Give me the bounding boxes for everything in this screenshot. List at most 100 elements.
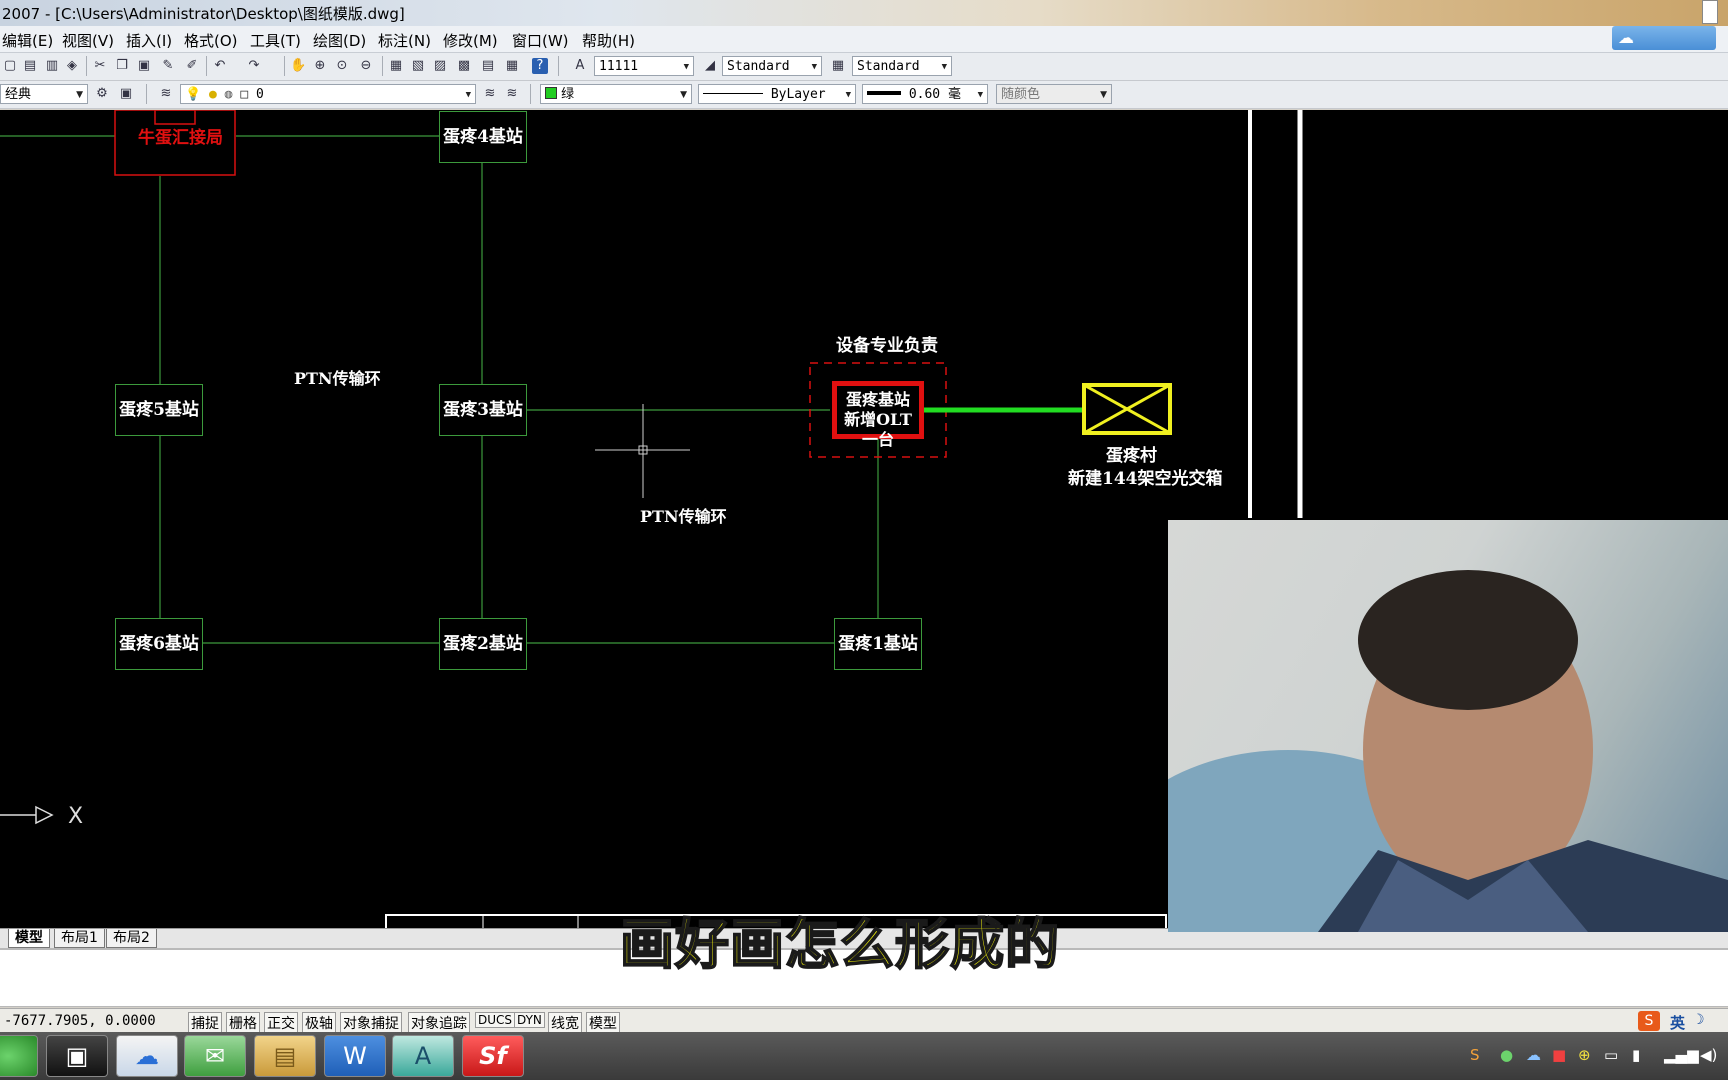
menu-format[interactable]: 格式(O) bbox=[184, 30, 238, 51]
markup-icon[interactable]: ▤ bbox=[480, 58, 496, 74]
tray-record-icon[interactable]: ■ bbox=[1552, 1046, 1566, 1064]
open-icon[interactable]: ▢ bbox=[2, 58, 18, 74]
copy-icon[interactable]: ❐ bbox=[114, 58, 130, 74]
print-icon[interactable]: ▥ bbox=[44, 58, 60, 74]
window-title: 2007 - [C:\Users\Administrator\Desktop\图… bbox=[2, 5, 405, 23]
cloud-sync-button[interactable]: ☁ bbox=[1612, 26, 1716, 50]
polar-toggle[interactable]: 极轴 bbox=[302, 1012, 336, 1034]
menu-tools[interactable]: 工具(T) bbox=[250, 30, 301, 51]
zoom-window-icon[interactable]: ⊙ bbox=[334, 58, 350, 74]
lineweight-select[interactable]: 0.60 毫 ▼ bbox=[862, 84, 988, 104]
station-5-box[interactable]: 蛋疼5基站 bbox=[115, 384, 203, 436]
plot-style-select[interactable]: 随颜色 ▼ bbox=[996, 84, 1112, 104]
paste-icon[interactable]: ▣ bbox=[136, 58, 152, 74]
maximize-button[interactable] bbox=[1702, 0, 1718, 24]
menu-window[interactable]: 窗口(W) bbox=[512, 30, 569, 51]
station-3-box[interactable]: 蛋疼3基站 bbox=[439, 384, 527, 436]
linetype-preview-icon bbox=[703, 93, 763, 94]
dim-style-select[interactable]: Standard ▼ bbox=[722, 56, 822, 76]
grid-toggle[interactable]: 栅格 bbox=[226, 1012, 260, 1034]
match-properties-icon[interactable]: ✎ bbox=[160, 58, 176, 74]
tray-display-icon[interactable]: ▭ bbox=[1604, 1046, 1618, 1064]
chevron-down-icon: ▼ bbox=[680, 90, 687, 100]
start-button[interactable] bbox=[0, 1035, 38, 1077]
lineweight-preview-icon bbox=[867, 91, 901, 95]
station-2-box[interactable]: 蛋疼2基站 bbox=[439, 618, 527, 670]
layer-select[interactable]: 💡 ● ◍ □ 0 ▼ bbox=[180, 84, 476, 104]
design-center-icon[interactable]: ▧ bbox=[410, 58, 426, 74]
menu-modify[interactable]: 修改(M) bbox=[443, 30, 498, 51]
redo-icon[interactable]: ↷ bbox=[246, 58, 262, 74]
tray-wechat-icon[interactable]: ● bbox=[1500, 1046, 1513, 1064]
bulb-icon: 💡 bbox=[185, 87, 202, 102]
text-style-select[interactable]: 11111 ▼ bbox=[594, 56, 694, 76]
tray-network-icon[interactable]: ▮ bbox=[1632, 1046, 1640, 1064]
properties-icon[interactable]: ▦ bbox=[388, 58, 404, 74]
menu-insert[interactable]: 插入(I) bbox=[126, 30, 172, 51]
ime-mode-label[interactable]: 英 bbox=[1670, 1012, 1685, 1033]
layer-manager-icon[interactable]: ≋ bbox=[158, 86, 174, 102]
tab-model[interactable]: 模型 bbox=[8, 929, 50, 948]
main-station-olt-box[interactable]: 蛋疼基站 新增OLT一台 bbox=[832, 381, 924, 449]
menu-dimension[interactable]: 标注(N) bbox=[378, 30, 431, 51]
sheet-set-icon[interactable]: ▩ bbox=[456, 58, 472, 74]
station-4-box[interactable]: 蛋疼4基站 bbox=[439, 111, 527, 163]
tool-palettes-icon[interactable]: ▨ bbox=[432, 58, 448, 74]
menu-draw[interactable]: 绘图(D) bbox=[313, 30, 366, 51]
pan-icon[interactable]: ✋ bbox=[290, 58, 306, 74]
tray-signal-icon[interactable]: ▂▄▆ bbox=[1664, 1046, 1699, 1064]
layer-previous-icon[interactable]: ≋ bbox=[504, 86, 520, 102]
station-6-box[interactable]: 蛋疼6基站 bbox=[115, 618, 203, 670]
sogou-ime-icon[interactable]: S bbox=[1638, 1011, 1660, 1031]
model-toggle[interactable]: 模型 bbox=[586, 1012, 620, 1034]
cut-icon[interactable]: ✂ bbox=[92, 58, 108, 74]
menu-bar: 编辑(E) 视图(V) 插入(I) 格式(O) 工具(T) 绘图(D) 标注(N… bbox=[0, 26, 1728, 53]
zoom-previous-icon[interactable]: ⊖ bbox=[358, 58, 374, 74]
tray-cloud-icon[interactable]: ☁ bbox=[1526, 1046, 1541, 1064]
autocad-icon[interactable]: A bbox=[392, 1035, 454, 1077]
wps-icon[interactable]: W bbox=[324, 1035, 386, 1077]
tray-plus-icon[interactable]: ⊕ bbox=[1578, 1046, 1591, 1064]
chevron-down-icon: ▼ bbox=[977, 90, 983, 100]
workspace-settings-icon[interactable]: ⚙ bbox=[94, 86, 110, 102]
snap-toggle[interactable]: 捕捉 bbox=[188, 1012, 222, 1034]
block-editor-icon[interactable]: ✐ bbox=[184, 58, 200, 74]
menu-view[interactable]: 视图(V) bbox=[62, 30, 114, 51]
file-explorer-icon[interactable]: ▤ bbox=[254, 1035, 316, 1077]
otrack-toggle[interactable]: 对象追踪 bbox=[408, 1012, 470, 1034]
workspace-select[interactable]: 经典 ▼ bbox=[0, 84, 88, 104]
menu-help[interactable]: 帮助(H) bbox=[582, 30, 635, 51]
save-icon[interactable]: ▤ bbox=[22, 58, 38, 74]
dyn-toggle[interactable]: DYN bbox=[514, 1012, 545, 1028]
baidu-netdisk-icon[interactable]: ☁ bbox=[116, 1035, 178, 1077]
help-icon[interactable]: ? bbox=[532, 58, 548, 74]
publish-icon[interactable]: ◈ bbox=[64, 58, 80, 74]
table-style-select[interactable]: Standard ▼ bbox=[852, 56, 952, 76]
tray-sogou-icon[interactable]: S bbox=[1470, 1046, 1480, 1064]
ptn-ring-label-right: PTN传输环 bbox=[640, 507, 727, 526]
text-style-icon: A bbox=[575, 58, 585, 73]
tray-volume-icon[interactable]: ◀) bbox=[1700, 1046, 1717, 1064]
ptn-ring-label-left: PTN传输环 bbox=[294, 369, 381, 388]
osnap-toggle[interactable]: 对象捕捉 bbox=[340, 1012, 402, 1034]
green-swatch-icon bbox=[545, 87, 557, 99]
menu-edit[interactable]: 编辑(E) bbox=[2, 30, 53, 51]
video-camera-icon[interactable]: ▣ bbox=[46, 1035, 108, 1077]
undo-icon[interactable]: ↶ bbox=[212, 58, 228, 74]
station-1-box[interactable]: 蛋疼1基站 bbox=[834, 618, 922, 670]
zoom-realtime-icon[interactable]: ⊕ bbox=[312, 58, 328, 74]
sf-app-icon[interactable]: Sf bbox=[462, 1035, 524, 1077]
tab-layout1[interactable]: 布局1 bbox=[54, 929, 105, 948]
wechat-icon[interactable]: ✉ bbox=[184, 1035, 246, 1077]
linetype-select[interactable]: ByLayer ▼ bbox=[698, 84, 856, 104]
make-current-layer-icon[interactable]: ≋ bbox=[482, 86, 498, 102]
ortho-toggle[interactable]: 正交 bbox=[264, 1012, 298, 1034]
hub-office-label: 牛蛋汇接局 bbox=[138, 128, 223, 148]
calculator-icon[interactable]: ▦ bbox=[504, 58, 520, 74]
lineweight-toggle[interactable]: 线宽 bbox=[548, 1012, 582, 1034]
ducs-toggle[interactable]: DUCS bbox=[475, 1012, 516, 1028]
workspace-save-icon[interactable]: ▣ bbox=[118, 86, 134, 102]
moon-icon[interactable]: ☽ bbox=[1692, 1012, 1705, 1028]
color-select[interactable]: 绿 ▼ bbox=[540, 84, 692, 104]
tab-layout2[interactable]: 布局2 bbox=[106, 929, 157, 948]
